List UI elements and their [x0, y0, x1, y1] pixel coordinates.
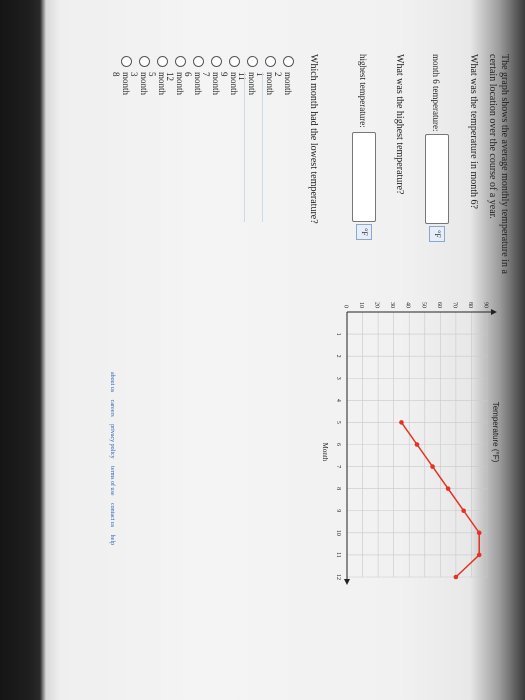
option-label: month 7	[201, 72, 221, 96]
data-point	[430, 464, 435, 469]
x-tick-label: 8	[335, 487, 341, 490]
x-tick-label: 6	[335, 443, 341, 446]
question-intro-line1: The graph shows the average monthly temp…	[499, 54, 510, 274]
option-label: month 8	[111, 72, 131, 96]
photo-background: The graph shows the average monthly temp…	[0, 0, 525, 700]
option-label: month 6	[183, 72, 203, 96]
x-tick-label: 3	[335, 377, 341, 380]
y-tick-label: 80	[467, 302, 473, 308]
radio-icon[interactable]	[283, 56, 294, 67]
x-tick-label: 2	[335, 355, 341, 358]
y-tick-label: 90	[483, 302, 489, 308]
radio-icon[interactable]	[193, 56, 204, 67]
y-tick-label: 70	[451, 302, 457, 308]
footer-link-about[interactable]: about us	[109, 372, 115, 392]
radio-icon[interactable]	[175, 56, 186, 67]
q1-answer-label: month 6 temperature:	[431, 54, 441, 132]
option-label: month 11	[237, 72, 257, 96]
question-part1: What was the temperature in month 6?	[468, 54, 479, 209]
data-point	[445, 486, 451, 491]
data-point	[476, 530, 482, 536]
radio-icon[interactable]	[247, 56, 258, 67]
option-label: month 1	[255, 72, 275, 96]
data-point	[414, 442, 420, 447]
footer-link-terms[interactable]: terms of use	[109, 466, 115, 495]
y-tick-label: 30	[389, 302, 395, 308]
footer-link-careers[interactable]: careers	[109, 400, 115, 417]
question-part2: What was the highest temperature?	[394, 54, 405, 195]
footer-links: about us careers privacy policy terms of…	[109, 372, 115, 551]
x-tick-label: 10	[335, 530, 341, 536]
chart-title: Temperature (°F)	[491, 402, 500, 463]
data-point	[399, 420, 404, 425]
y-tick-label: 10	[358, 302, 364, 308]
y-tick-label: 60	[436, 302, 442, 308]
y-tick-label: 20	[374, 302, 380, 308]
x-tick-label: 1	[335, 333, 341, 336]
y-axis-arrow-icon	[491, 309, 497, 315]
x-tick-label: 11	[335, 552, 341, 558]
x-tick-label: 7	[335, 465, 341, 468]
x-tick-label: 4	[335, 399, 341, 402]
unit-fahrenheit-button[interactable]: °F	[429, 226, 445, 242]
data-point	[453, 574, 459, 580]
x-tick-label: 5	[335, 421, 341, 424]
chart-xlabel: Month	[321, 443, 329, 462]
radio-icon[interactable]	[139, 56, 150, 67]
option-label: month 12	[165, 72, 185, 96]
y-tick-label: 40	[405, 302, 411, 308]
question-page: The graph shows the average monthly temp…	[95, 42, 515, 612]
data-point	[476, 552, 482, 558]
option-divider	[262, 72, 263, 222]
radio-icon[interactable]	[157, 56, 168, 67]
footer-link-contact[interactable]: contact us	[109, 503, 115, 527]
x-tick-label: 9	[335, 509, 341, 512]
footer-link-help[interactable]: help	[109, 535, 115, 545]
x-axis-arrow-icon	[344, 579, 350, 585]
option-label: month 5	[147, 72, 167, 96]
x-tick-label: 12	[335, 574, 341, 580]
q2-answer-label: highest temperature:	[358, 54, 368, 128]
y-tick-label: 50	[420, 302, 426, 308]
option-label: month 2	[273, 72, 293, 96]
question-intro-line2: certain location over the course of a ye…	[487, 54, 498, 219]
unit-fahrenheit-button-2[interactable]: °F	[356, 224, 372, 240]
y-tick-label: 0	[343, 305, 349, 308]
option-label: month 9	[219, 72, 239, 96]
data-point	[461, 508, 466, 514]
radio-icon[interactable]	[229, 56, 240, 67]
radio-icon[interactable]	[121, 56, 132, 67]
footer-link-privacy[interactable]: privacy policy	[109, 424, 115, 459]
temperature-line-chart: 0 10 20 30 40 50 60 70 80 90123456789101112 Tempe…	[321, 302, 500, 585]
radio-icon[interactable]	[211, 56, 222, 67]
option-divider	[244, 72, 245, 222]
highest-temperature-input[interactable]	[352, 132, 376, 222]
month6-temperature-input[interactable]	[425, 134, 449, 224]
question-part3: Which month had the lowest temperature?	[308, 54, 319, 224]
radio-icon[interactable]	[265, 56, 276, 67]
option-label: month 3	[129, 72, 149, 96]
